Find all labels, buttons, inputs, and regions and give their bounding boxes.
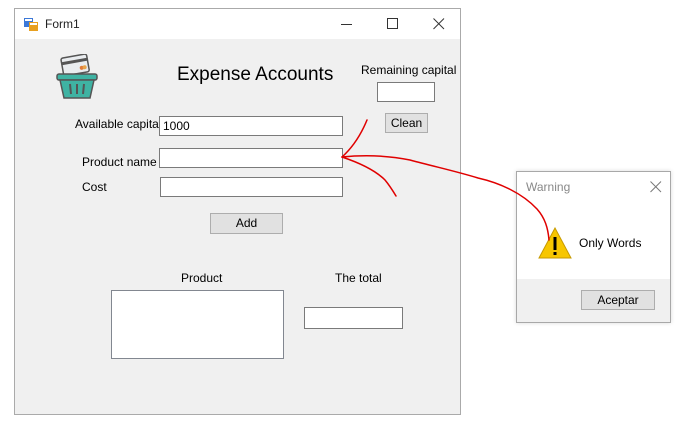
- warning-icon: [538, 227, 572, 259]
- title-bar: Form1: [15, 9, 460, 39]
- remaining-capital-field[interactable]: [377, 82, 435, 102]
- aceptar-button[interactable]: Aceptar: [581, 290, 655, 310]
- dialog-message: Only Words: [579, 236, 642, 250]
- close-icon: [433, 18, 445, 30]
- minimize-button[interactable]: [324, 9, 370, 39]
- cost-field[interactable]: [160, 177, 343, 197]
- close-button[interactable]: [416, 9, 462, 39]
- total-label: The total: [335, 271, 382, 285]
- window-title: Form1: [45, 17, 80, 31]
- product-name-field[interactable]: [159, 148, 343, 168]
- dialog-close-icon[interactable]: [650, 181, 662, 193]
- page-heading: Expense Accounts: [177, 64, 334, 85]
- warning-dialog: Warning Only Words Aceptar: [516, 171, 671, 323]
- remaining-capital-label: Remaining capital: [361, 63, 457, 77]
- shopping-basket-icon: [56, 54, 98, 99]
- minimize-icon: [341, 24, 352, 25]
- available-capital-field[interactable]: 1000: [159, 116, 343, 136]
- available-capital-label: Available capital: [75, 117, 162, 131]
- cost-label: Cost: [82, 180, 107, 194]
- app-icon: [24, 18, 38, 31]
- form1-window: Form1 Expense Accounts Remaining capital…: [14, 8, 461, 415]
- product-column-label: Product: [181, 271, 223, 285]
- add-button[interactable]: Add: [210, 213, 283, 234]
- total-field[interactable]: [304, 307, 403, 329]
- product-name-label: Product name: [82, 155, 157, 169]
- clean-button[interactable]: Clean: [385, 113, 428, 133]
- maximize-button[interactable]: [370, 9, 416, 39]
- dialog-footer: Aceptar: [517, 279, 670, 322]
- product-listbox[interactable]: [111, 290, 284, 359]
- dialog-title: Warning: [526, 180, 571, 194]
- maximize-icon: [387, 18, 398, 29]
